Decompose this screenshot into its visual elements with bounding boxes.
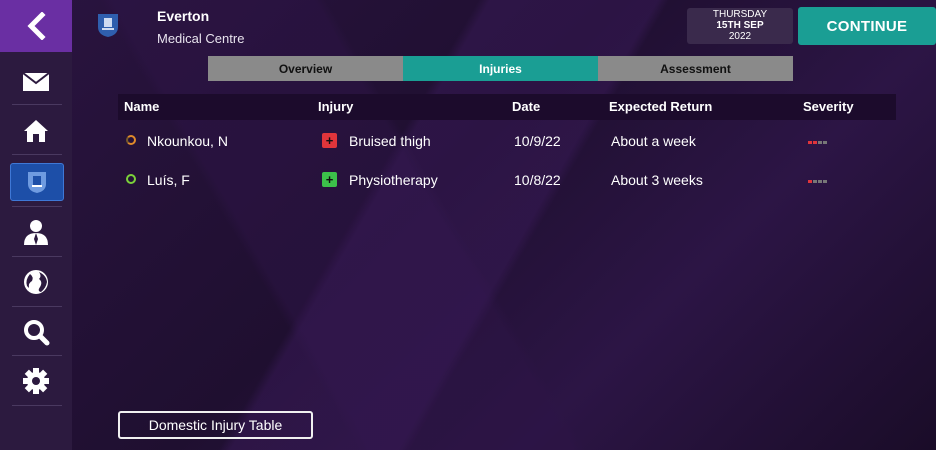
player-status-icon <box>126 135 136 145</box>
sidebar-divider <box>12 405 62 406</box>
physio-cross-icon: + <box>322 172 337 187</box>
club-crest-icon <box>28 172 46 193</box>
expected-return: About 3 weeks <box>611 172 703 188</box>
sidebar-item-world[interactable] <box>10 264 62 300</box>
injury-cross-icon: + <box>322 133 337 148</box>
sidebar-divider <box>12 154 62 155</box>
club-crest <box>96 12 120 43</box>
settings-gear-icon <box>23 368 49 394</box>
player-status-icon <box>126 174 136 184</box>
sidebar-item-home[interactable] <box>10 113 62 149</box>
severity-indicator <box>808 180 827 183</box>
sidebar-divider <box>12 104 62 105</box>
mail-icon <box>22 72 50 91</box>
domestic-injury-table-button[interactable]: Domestic Injury Table <box>118 411 313 439</box>
tab-bar: Overview Injuries Assessment <box>208 56 793 81</box>
column-header-date[interactable]: Date <box>512 99 540 114</box>
date-day: THURSDAY <box>712 9 768 20</box>
person-icon <box>24 220 48 245</box>
sidebar-item-club[interactable] <box>10 163 64 201</box>
severity-indicator <box>808 141 827 144</box>
table-row[interactable]: Luís, F + Physiotherapy 10/8/22 About 3 … <box>118 161 896 199</box>
club-crest-icon <box>98 14 118 37</box>
player-name[interactable]: Nkounkou, N <box>147 133 228 149</box>
tab-injuries[interactable]: Injuries <box>403 56 598 81</box>
injury-date: 10/9/22 <box>514 133 561 149</box>
back-button[interactable] <box>0 0 72 52</box>
injury-description: Bruised thigh <box>349 133 431 149</box>
injury-date: 10/8/22 <box>514 172 561 188</box>
sidebar-divider <box>12 306 62 307</box>
continue-button[interactable]: CONTINUE <box>798 7 936 45</box>
home-icon <box>24 120 48 142</box>
sidebar-divider <box>12 256 62 257</box>
injury-table-header: Name Injury Date Expected Return Severit… <box>118 94 896 120</box>
date-year: 2022 <box>728 31 752 42</box>
globe-icon <box>24 270 48 294</box>
table-row[interactable]: Nkounkou, N + Bruised thigh 10/9/22 Abou… <box>118 122 896 160</box>
sidebar <box>0 0 72 450</box>
date-main: 15TH SEP <box>716 20 764 31</box>
back-icon <box>27 12 46 40</box>
player-name[interactable]: Luís, F <box>147 172 190 188</box>
sidebar-item-inbox[interactable] <box>10 64 62 100</box>
sidebar-item-search[interactable] <box>10 314 62 350</box>
column-header-severity[interactable]: Severity <box>803 99 854 114</box>
sidebar-item-settings[interactable] <box>10 363 62 399</box>
page-title: Medical Centre <box>157 31 245 46</box>
sidebar-divider <box>12 206 62 207</box>
sidebar-item-staff[interactable] <box>10 214 62 250</box>
expected-return: About a week <box>611 133 696 149</box>
tab-assessment[interactable]: Assessment <box>598 56 793 81</box>
column-header-expected-return[interactable]: Expected Return <box>609 99 712 114</box>
current-date[interactable]: THURSDAY 15TH SEP 2022 <box>687 8 793 44</box>
tab-overview[interactable]: Overview <box>208 56 403 81</box>
club-name: Everton <box>157 8 210 24</box>
sidebar-divider <box>12 355 62 356</box>
search-icon <box>24 320 50 346</box>
column-header-name[interactable]: Name <box>124 99 159 114</box>
column-header-injury[interactable]: Injury <box>318 99 353 114</box>
injury-description: Physiotherapy <box>349 172 438 188</box>
